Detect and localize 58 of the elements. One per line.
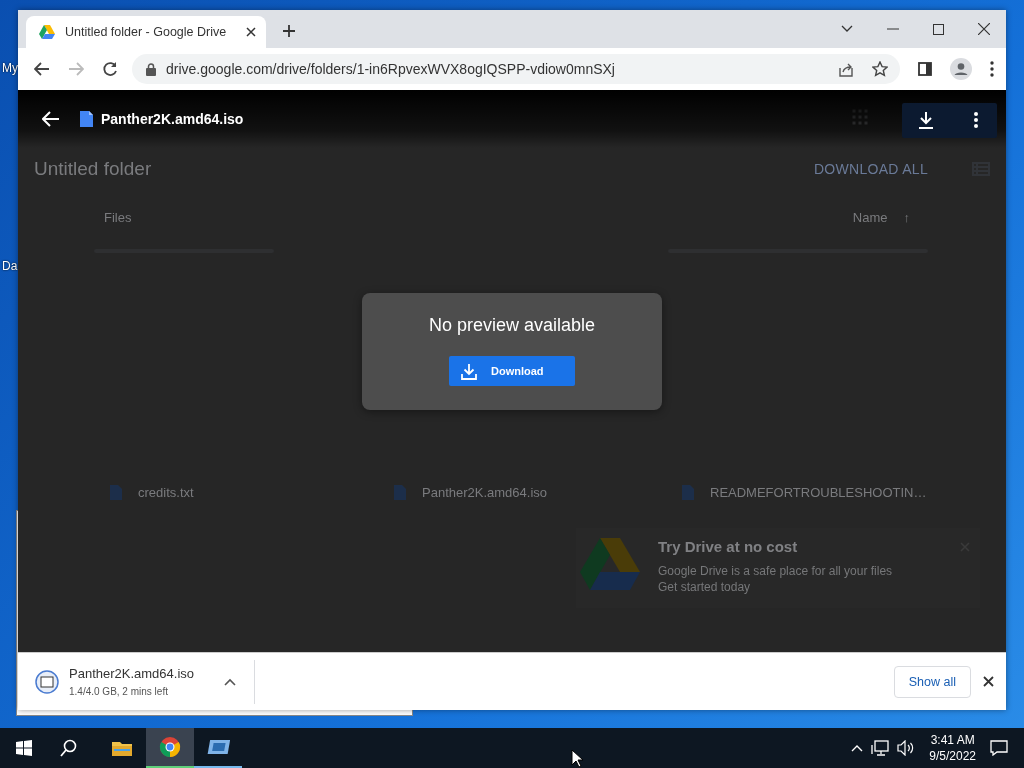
volume-icon[interactable] bbox=[897, 740, 916, 756]
star-icon[interactable] bbox=[872, 61, 888, 77]
promo-title: Try Drive at no cost bbox=[658, 538, 799, 555]
download-all-link[interactable]: DOWNLOAD ALL bbox=[813, 161, 928, 177]
download-button[interactable]: Download bbox=[449, 356, 575, 386]
sort-arrow[interactable]: ↑ bbox=[903, 210, 910, 225]
document-icon bbox=[80, 111, 93, 127]
taskbar-app-button[interactable] bbox=[146, 728, 194, 768]
cursor-icon bbox=[570, 749, 583, 767]
file-name: Panther2K.amd64.iso bbox=[101, 111, 244, 127]
file-item[interactable]: credits.txt bbox=[110, 485, 394, 500]
side-panel-icon[interactable] bbox=[918, 62, 932, 76]
maximize-icon[interactable] bbox=[933, 23, 944, 35]
clock-time[interactable]: 3:41 AM bbox=[929, 732, 976, 748]
download-item[interactable]: Panther2K.amd64.iso 1.4/4.0 GB, 2 mins left bbox=[18, 659, 255, 704]
drive-logo-icon bbox=[39, 25, 55, 39]
search-icon[interactable] bbox=[60, 739, 78, 757]
profile-avatar-icon[interactable] bbox=[950, 58, 972, 80]
desktop-icon-label[interactable]: My bbox=[2, 61, 18, 75]
chevron-up-icon[interactable] bbox=[224, 677, 236, 686]
close-icon[interactable] bbox=[978, 23, 990, 35]
document-icon bbox=[110, 485, 122, 500]
no-preview-message: No preview available bbox=[428, 315, 596, 336]
more-options-icon[interactable] bbox=[974, 112, 978, 128]
network-icon[interactable] bbox=[871, 740, 890, 756]
download-icon bbox=[461, 362, 477, 380]
share-icon[interactable] bbox=[838, 61, 854, 77]
download-file-name: Panther2K.amd64.iso bbox=[69, 666, 196, 681]
apps-grid-icon bbox=[852, 109, 870, 127]
show-all-button[interactable]: Show all bbox=[893, 665, 971, 698]
drive-logo-icon bbox=[580, 538, 640, 590]
promo-text: Google Drive is a safe place for all your files bbox=[658, 563, 894, 579]
download-status-text: 1.4/4.0 GB, 2 mins left bbox=[69, 686, 169, 697]
browser-tab[interactable]: Untitled folder - Google Drive bbox=[26, 16, 266, 48]
menu-icon[interactable] bbox=[990, 61, 994, 77]
forward-arrow-icon bbox=[68, 62, 84, 76]
close-icon[interactable] bbox=[246, 27, 256, 37]
files-heading: Files bbox=[104, 210, 132, 225]
lock-icon bbox=[146, 62, 156, 76]
reload-icon[interactable] bbox=[102, 61, 118, 77]
sort-label[interactable]: Name bbox=[852, 210, 888, 225]
chrome-icon bbox=[158, 735, 182, 759]
folder-title: Untitled folder bbox=[34, 158, 152, 180]
address-bar[interactable]: drive.google.com/drive/folders/1-in6RpvexWVX8ogIQSPP-vdiow0mnSXj bbox=[132, 54, 900, 84]
desktop-icon-label[interactable]: Da bbox=[2, 259, 18, 273]
file-item[interactable]: Panther2K.amd64.iso bbox=[394, 485, 682, 500]
disc-file-icon bbox=[35, 669, 59, 694]
windows-start-icon[interactable] bbox=[16, 740, 32, 756]
clock-date[interactable]: 9/5/2022 bbox=[929, 748, 976, 764]
chevron-down-icon[interactable] bbox=[841, 25, 853, 33]
document-icon bbox=[682, 485, 694, 500]
document-icon bbox=[394, 485, 406, 500]
close-icon[interactable] bbox=[983, 676, 994, 687]
download-icon[interactable] bbox=[918, 111, 934, 129]
file-item[interactable]: READMEFORTROUBLESHOOTIN… bbox=[682, 485, 1006, 500]
back-arrow-icon[interactable] bbox=[34, 62, 50, 76]
new-tab-icon[interactable] bbox=[282, 24, 296, 38]
notification-icon[interactable] bbox=[990, 740, 1008, 756]
